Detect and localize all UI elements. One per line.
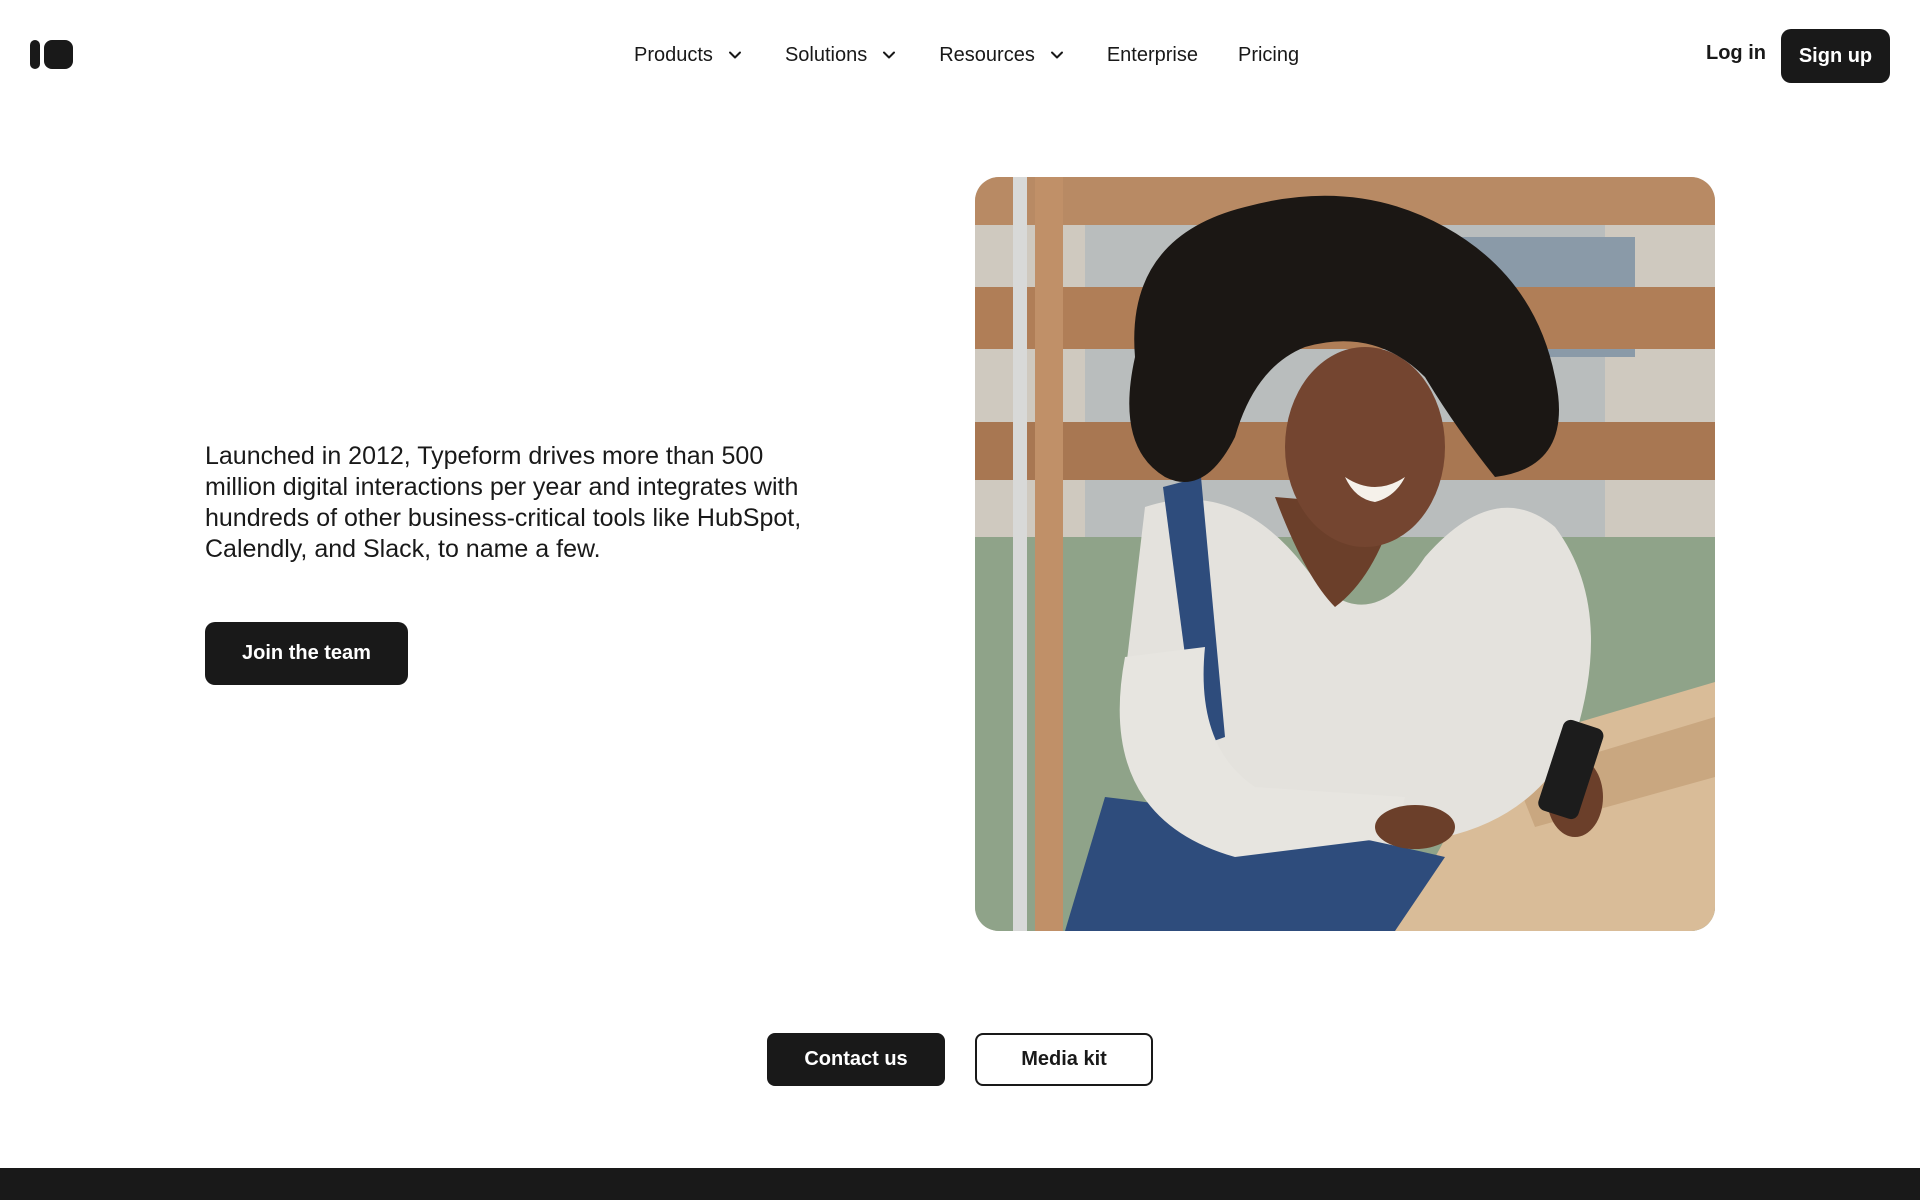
typeform-logo-icon[interactable] <box>30 40 73 70</box>
footer-strip <box>0 1168 1920 1200</box>
nav-item-enterprise[interactable]: Enterprise <box>1107 44 1198 67</box>
contact-us-button[interactable]: Contact us <box>767 1033 945 1086</box>
hero-photo-illustration <box>975 177 1715 931</box>
chevron-down-icon <box>725 45 745 65</box>
nav-item-resources[interactable]: Resources <box>939 44 1067 67</box>
chevron-down-icon <box>1047 45 1067 65</box>
chevron-down-icon <box>879 45 899 65</box>
main-nav: Products Solutions Resources Enterprise … <box>634 38 1339 72</box>
nav-item-products[interactable]: Products <box>634 44 745 67</box>
hero-description: Launched in 2012, Typeform drives more t… <box>205 442 802 563</box>
nav-item-label: Products <box>634 43 713 66</box>
nav-item-label: Enterprise <box>1106 43 1198 66</box>
login-link[interactable]: Log in <box>1706 42 1766 65</box>
logo-block <box>44 40 73 69</box>
nav-item-label: Resources <box>939 43 1035 66</box>
nav-item-label: Solutions <box>784 43 868 66</box>
nav-item-pricing[interactable]: Pricing <box>1238 44 1299 67</box>
nav-item-label: Pricing <box>1237 43 1300 66</box>
hero-photo <box>975 177 1715 931</box>
logo-bar <box>30 40 41 69</box>
nav-item-solutions[interactable]: Solutions <box>785 44 899 67</box>
signup-button[interactable]: Sign up <box>1781 29 1890 83</box>
join-the-team-button[interactable]: Join the team <box>205 622 408 685</box>
site-header: Products Solutions Resources Enterprise … <box>0 0 1920 108</box>
media-kit-button[interactable]: Media kit <box>975 1033 1153 1086</box>
